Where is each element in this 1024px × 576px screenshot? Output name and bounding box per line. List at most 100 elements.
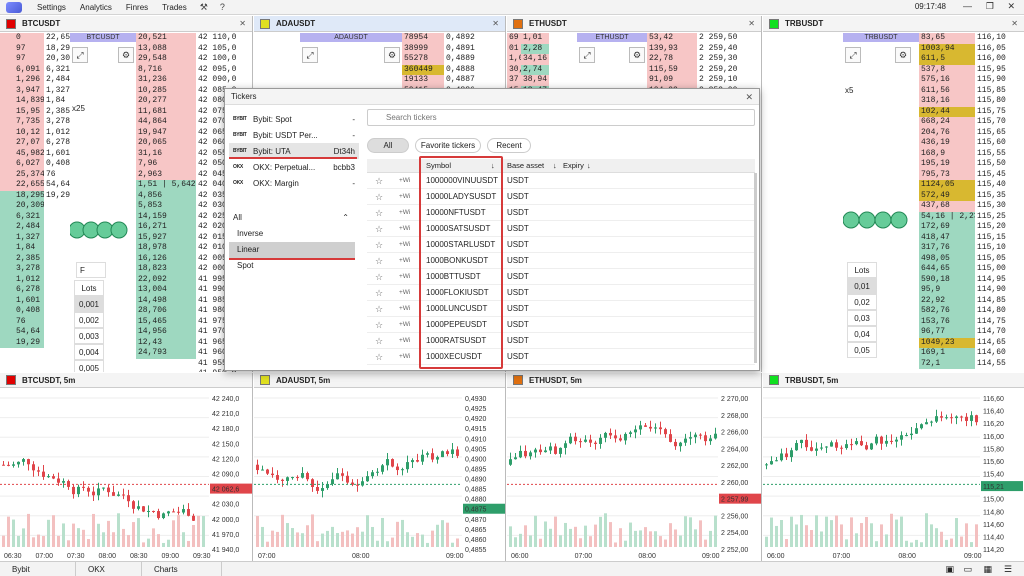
ladder-cell[interactable]: 2,28 [521,44,549,55]
ladder-cell[interactable]: 114,55 [975,359,1019,370]
ladder-cell[interactable]: 18,823 [136,264,196,275]
ladder-cell[interactable]: 172,69 [919,222,975,233]
lot-option[interactable]: 0,05 [847,342,877,358]
lot-option[interactable]: 0,002 [74,312,104,328]
ladder-cell[interactable]: 2,484 [14,222,44,233]
ladder-cell[interactable] [0,170,14,181]
gear-icon[interactable]: ⚙ [118,47,134,63]
category-linear[interactable]: Linear [229,242,355,258]
ladder-cell[interactable]: 2,484 [44,75,70,86]
ladder-cell[interactable]: 115,00 [975,264,1019,275]
ladder-cell[interactable] [0,317,14,328]
filter-all[interactable]: All [367,138,409,153]
ladder-cell[interactable]: 6,321 [14,212,44,223]
ladder-cell[interactable]: 195,19 [919,159,975,170]
lot-option[interactable]: 0,04 [847,326,877,342]
ladder-cell[interactable] [0,296,14,307]
ladder-cell[interactable]: 14,159 [136,212,196,223]
ladder-cell[interactable]: 42 100,0 [196,54,236,65]
close-icon[interactable]: ✕ [748,19,755,28]
ladder-cell[interactable]: 22,78 [647,54,697,65]
candlestick-chart[interactable]: 42 240,042 210,042 180,042 150,042 120,0… [0,388,253,561]
ladder-cell[interactable]: 2 259,10 [697,75,747,86]
exchange-item[interactable]: BYBIT Bybit: USDT Per... - [229,127,359,143]
ladder-cell[interactable]: 1049,23 [919,338,975,349]
category-spot[interactable]: Spot [229,258,355,274]
ladder-cell[interactable]: 31,236 [136,75,196,86]
ladder-cell[interactable]: 22,092 [136,275,196,286]
ladder-cell[interactable]: 42 110,0 [196,33,236,44]
ladder-cell[interactable]: 114,70 [975,327,1019,338]
ladder-cell[interactable]: 2 259,50 [697,33,747,44]
menu-settings[interactable]: Settings [30,3,73,12]
star-icon[interactable]: ☆ [375,349,383,365]
ladder-cell[interactable]: 537,8 [919,65,975,76]
ladder-cell[interactable]: 668,24 [919,117,975,128]
ladder-cell[interactable]: 115,95 [975,65,1019,76]
ladder-cell[interactable]: 15,465 [136,317,196,328]
star-icon[interactable]: ☆ [375,221,383,237]
ladder-cell[interactable]: 115,05 [975,254,1019,265]
ladder-cell[interactable] [0,149,14,160]
ladder-cell[interactable]: 95,9 [919,285,975,296]
ladder-cell[interactable]: 1,51 | 5,642 [136,180,196,191]
ladder-cell[interactable]: 1,296 [14,75,44,86]
close-window-icon[interactable]: ✕ [1007,1,1015,12]
ladder-cell[interactable]: 114,90 [975,285,1019,296]
ladder-cell[interactable]: 19133 [402,75,444,86]
ladder-cell[interactable]: 54,64 [14,327,44,338]
exchange-item[interactable]: OKX OKX: Perpetual... bcbb3 [229,159,359,175]
ladder-cell[interactable]: 91,09 [647,75,697,86]
ladder-cell[interactable]: 114,75 [975,317,1019,328]
ladder-cell[interactable]: 7,96 [136,159,196,170]
ladder-cell[interactable]: 54,64 [44,180,70,191]
ladder-cell[interactable]: 38999 [402,44,444,55]
ladder-cell[interactable]: 611,5 [919,54,975,65]
sort-down-icon[interactable]: ↓ [587,159,591,173]
ladder-cell[interactable]: 115,55 [975,149,1019,160]
ladder-cell[interactable]: 6,091 [14,65,44,76]
ladder-cell[interactable]: 20,065 [136,138,196,149]
filter-recent[interactable]: Recent [487,138,531,153]
ladder-cell[interactable]: 22,655 [14,180,44,191]
status-tab-okx[interactable]: OKX [76,562,142,576]
category-inverse[interactable]: Inverse [229,226,355,242]
ladder-cell[interactable]: 2 259,40 [697,44,747,55]
ladder-cell[interactable]: 114,80 [975,306,1019,317]
ladder-cell[interactable] [0,275,14,286]
ladder-cell[interactable]: 498,05 [919,254,975,265]
ladder-cell[interactable] [0,254,14,265]
ladder-cell[interactable]: 42 095,0 [196,65,236,76]
ladder-cell[interactable]: 3,278 [44,117,70,128]
ladder-cell[interactable]: 115,60 [975,138,1019,149]
chart-trbusdt[interactable]: TRBUSDT, 5m 116,60116,40116,20116,00115,… [763,373,1024,561]
ladder-cell[interactable] [0,222,14,233]
star-icon[interactable]: ☆ [375,301,383,317]
candlestick-chart[interactable]: 2 270,002 268,002 266,002 264,002 262,00… [507,388,762,561]
ladder-cell[interactable]: 38,94 [521,75,549,86]
add-watchlist-button[interactable]: +Wi [399,205,410,221]
ladder-cell[interactable]: 204,76 [919,128,975,139]
ladder-cell[interactable]: 83,65 [919,33,975,44]
ladder-cell[interactable]: 2 259,30 [697,54,747,65]
ladder-cell[interactable]: 360449 [402,65,444,76]
ladder-cell[interactable]: 115,25 [975,212,1019,223]
ladder-cell[interactable]: 78954 [402,33,444,44]
ladder-cell[interactable]: 115,75 [975,107,1019,118]
add-watchlist-button[interactable]: +Wi [399,301,410,317]
ladder-cell[interactable] [0,180,14,191]
add-watchlist-button[interactable]: +Wi [399,285,410,301]
ladder-cell[interactable]: 0,408 [44,159,70,170]
screen-icon[interactable]: ▭ [963,564,972,575]
ladder-cell[interactable] [0,117,14,128]
ladder-cell[interactable]: 97 [14,44,44,55]
ladder-cell[interactable]: 2,74 [521,65,549,76]
ladder-cell[interactable]: 29,548 [136,54,196,65]
ladder-cell[interactable]: 114,60 [975,348,1019,359]
ladder-cell[interactable]: 115,59 [647,65,697,76]
gear-icon[interactable]: ⚙ [384,47,400,63]
ladder-cell[interactable] [0,65,14,76]
add-watchlist-button[interactable]: +Wi [399,253,410,269]
ladder-cell[interactable]: 102,44 [919,107,975,118]
ladder-cell[interactable] [0,33,14,44]
